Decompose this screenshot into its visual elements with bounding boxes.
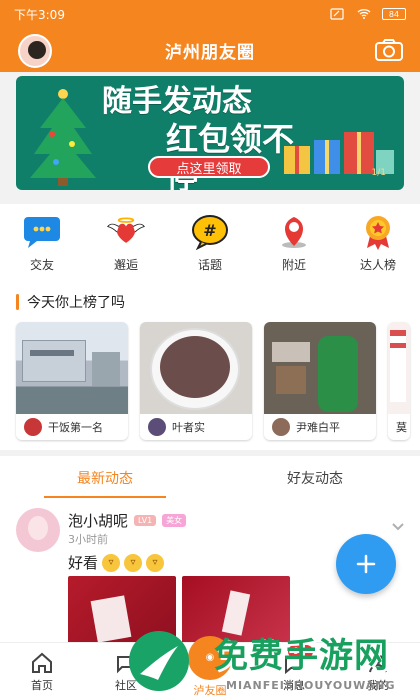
section-title: 今天你上榜了吗 xyxy=(16,292,125,312)
nav-label: 附近 xyxy=(281,258,306,272)
card-image xyxy=(140,322,252,414)
grin-emoji-icon: ▿ xyxy=(102,553,121,572)
card-user: 莫 xyxy=(388,414,410,440)
camera-button[interactable] xyxy=(374,38,404,62)
nav-label: 话题 xyxy=(197,258,222,272)
level-badge: LV1 xyxy=(134,515,157,526)
card-image xyxy=(264,322,376,414)
nav-make-friends[interactable]: 交友 xyxy=(12,214,72,273)
card-username: 叶者实 xyxy=(172,421,205,434)
medal-icon xyxy=(358,214,398,250)
camera-icon xyxy=(375,39,403,61)
hashtag-icon: # xyxy=(190,214,230,250)
header: 泸州朋友圈 xyxy=(0,28,420,72)
bottom-nav-label: 首页 xyxy=(31,678,53,692)
nav-encounter[interactable]: 邂逅 xyxy=(96,214,156,273)
chat-bubble-icon xyxy=(22,214,62,250)
card-image xyxy=(16,322,128,414)
sim-icon xyxy=(330,8,344,20)
christmas-tree-icon xyxy=(30,89,96,186)
status-time: 下午3:09 xyxy=(14,7,65,22)
grin-emoji-icon: ▿ xyxy=(124,553,143,572)
quick-nav: 交友 邂逅 # 话题 附近 达人榜 xyxy=(0,204,420,282)
grin-emoji-icon: ▿ xyxy=(146,553,165,572)
nav-nearby[interactable]: 附近 xyxy=(264,214,324,273)
card-username: 莫 xyxy=(396,421,407,434)
message-badge: 9+ xyxy=(288,645,313,658)
home-icon xyxy=(32,652,52,673)
leaderboard-card[interactable]: 尹难白平 xyxy=(264,322,376,440)
status-icons: 84 xyxy=(330,8,406,20)
bottom-nav-label: 消息 xyxy=(283,678,305,692)
card-image xyxy=(388,322,410,414)
page-title: 泸州朋友圈 xyxy=(165,42,255,63)
leaderboard-card[interactable]: 莫 xyxy=(388,322,410,440)
battery-icon: 84 xyxy=(382,8,406,20)
nav-label: 交友 xyxy=(29,258,54,272)
avatar xyxy=(24,418,42,436)
status-bar: 下午3:09 84 xyxy=(0,0,420,28)
avatar[interactable] xyxy=(18,34,52,68)
title-accent-bar xyxy=(16,294,19,310)
location-pin-icon xyxy=(274,214,314,250)
feed-tabs: 最新动态 好友动态 xyxy=(0,456,420,500)
leaderboard-card[interactable]: 干饭第一名 xyxy=(16,322,128,440)
new-post-button[interactable] xyxy=(336,534,396,594)
wifi-icon xyxy=(357,9,371,19)
chevron-down-icon[interactable] xyxy=(390,518,406,534)
avatar xyxy=(272,418,290,436)
nav-topics[interactable]: # 话题 xyxy=(180,214,240,273)
claim-button[interactable]: 点这里领取 xyxy=(148,156,270,178)
card-user: 干饭第一名 xyxy=(16,414,128,440)
nav-label: 邂逅 xyxy=(113,258,138,272)
bottom-nav-label: 社区 xyxy=(115,678,137,692)
post-image[interactable] xyxy=(68,576,176,644)
card-username: 干饭第一名 xyxy=(48,421,103,434)
tab-latest[interactable]: 最新动态 xyxy=(40,456,170,500)
leaderboard-title: 今天你上榜了吗 xyxy=(27,295,125,311)
nav-label: 达人榜 xyxy=(359,258,396,272)
bottom-nav-label: 泸友圈 xyxy=(193,683,227,697)
card-user: 尹难白平 xyxy=(264,414,376,440)
center-action-icon: ◉ xyxy=(188,635,232,680)
leaderboard-cards: 干饭第一名 叶者实 尹难白平 莫 xyxy=(16,322,410,440)
bottom-nav-circle[interactable]: ◉ 泸友圈 xyxy=(175,635,245,698)
avatar xyxy=(148,418,166,436)
promo-banner[interactable]: 随手发动态 红包领不停 点这里领取 1/1 xyxy=(16,76,404,190)
bottom-nav-profile[interactable]: 我的 xyxy=(343,651,413,693)
tab-friends[interactable]: 好友动态 xyxy=(250,456,380,500)
avatar[interactable] xyxy=(16,508,60,552)
leaderboard-card[interactable]: 叶者实 xyxy=(140,322,252,440)
heart-wings-icon xyxy=(106,214,146,250)
bottom-nav-community[interactable]: 社区 xyxy=(91,651,161,693)
post-images xyxy=(68,576,290,644)
profile-icon xyxy=(369,653,387,672)
plus-icon xyxy=(356,554,376,574)
leaderboard-section: 今天你上榜了吗 干饭第一名 叶者实 尹难白平 莫 xyxy=(0,282,420,450)
post-user-row: 泡小胡呢 LV1 美女 xyxy=(68,510,187,531)
banner-indicator: 1/1 xyxy=(371,168,386,178)
gender-badge: 美女 xyxy=(162,514,187,527)
post-image[interactable] xyxy=(182,576,290,644)
bottom-nav-home[interactable]: 首页 xyxy=(7,651,77,693)
post-text: 好看 ▿ ▿ ▿ xyxy=(68,552,165,573)
banner-headline: 随手发动态 xyxy=(102,84,252,119)
bottom-nav-label: 我的 xyxy=(367,678,389,692)
post-author-name[interactable]: 泡小胡呢 xyxy=(68,510,128,531)
card-user: 叶者实 xyxy=(140,414,252,440)
bottom-navigation: 首页 社区 ◉ 泸友圈 消息 我的 xyxy=(0,635,420,700)
post-body-text: 好看 xyxy=(68,554,99,572)
community-icon xyxy=(117,655,135,673)
post-time: 3小时前 xyxy=(68,533,108,546)
nav-leaderboard[interactable]: 达人榜 xyxy=(348,214,408,273)
card-username: 尹难白平 xyxy=(296,421,340,434)
svg-text:#: # xyxy=(203,221,216,240)
